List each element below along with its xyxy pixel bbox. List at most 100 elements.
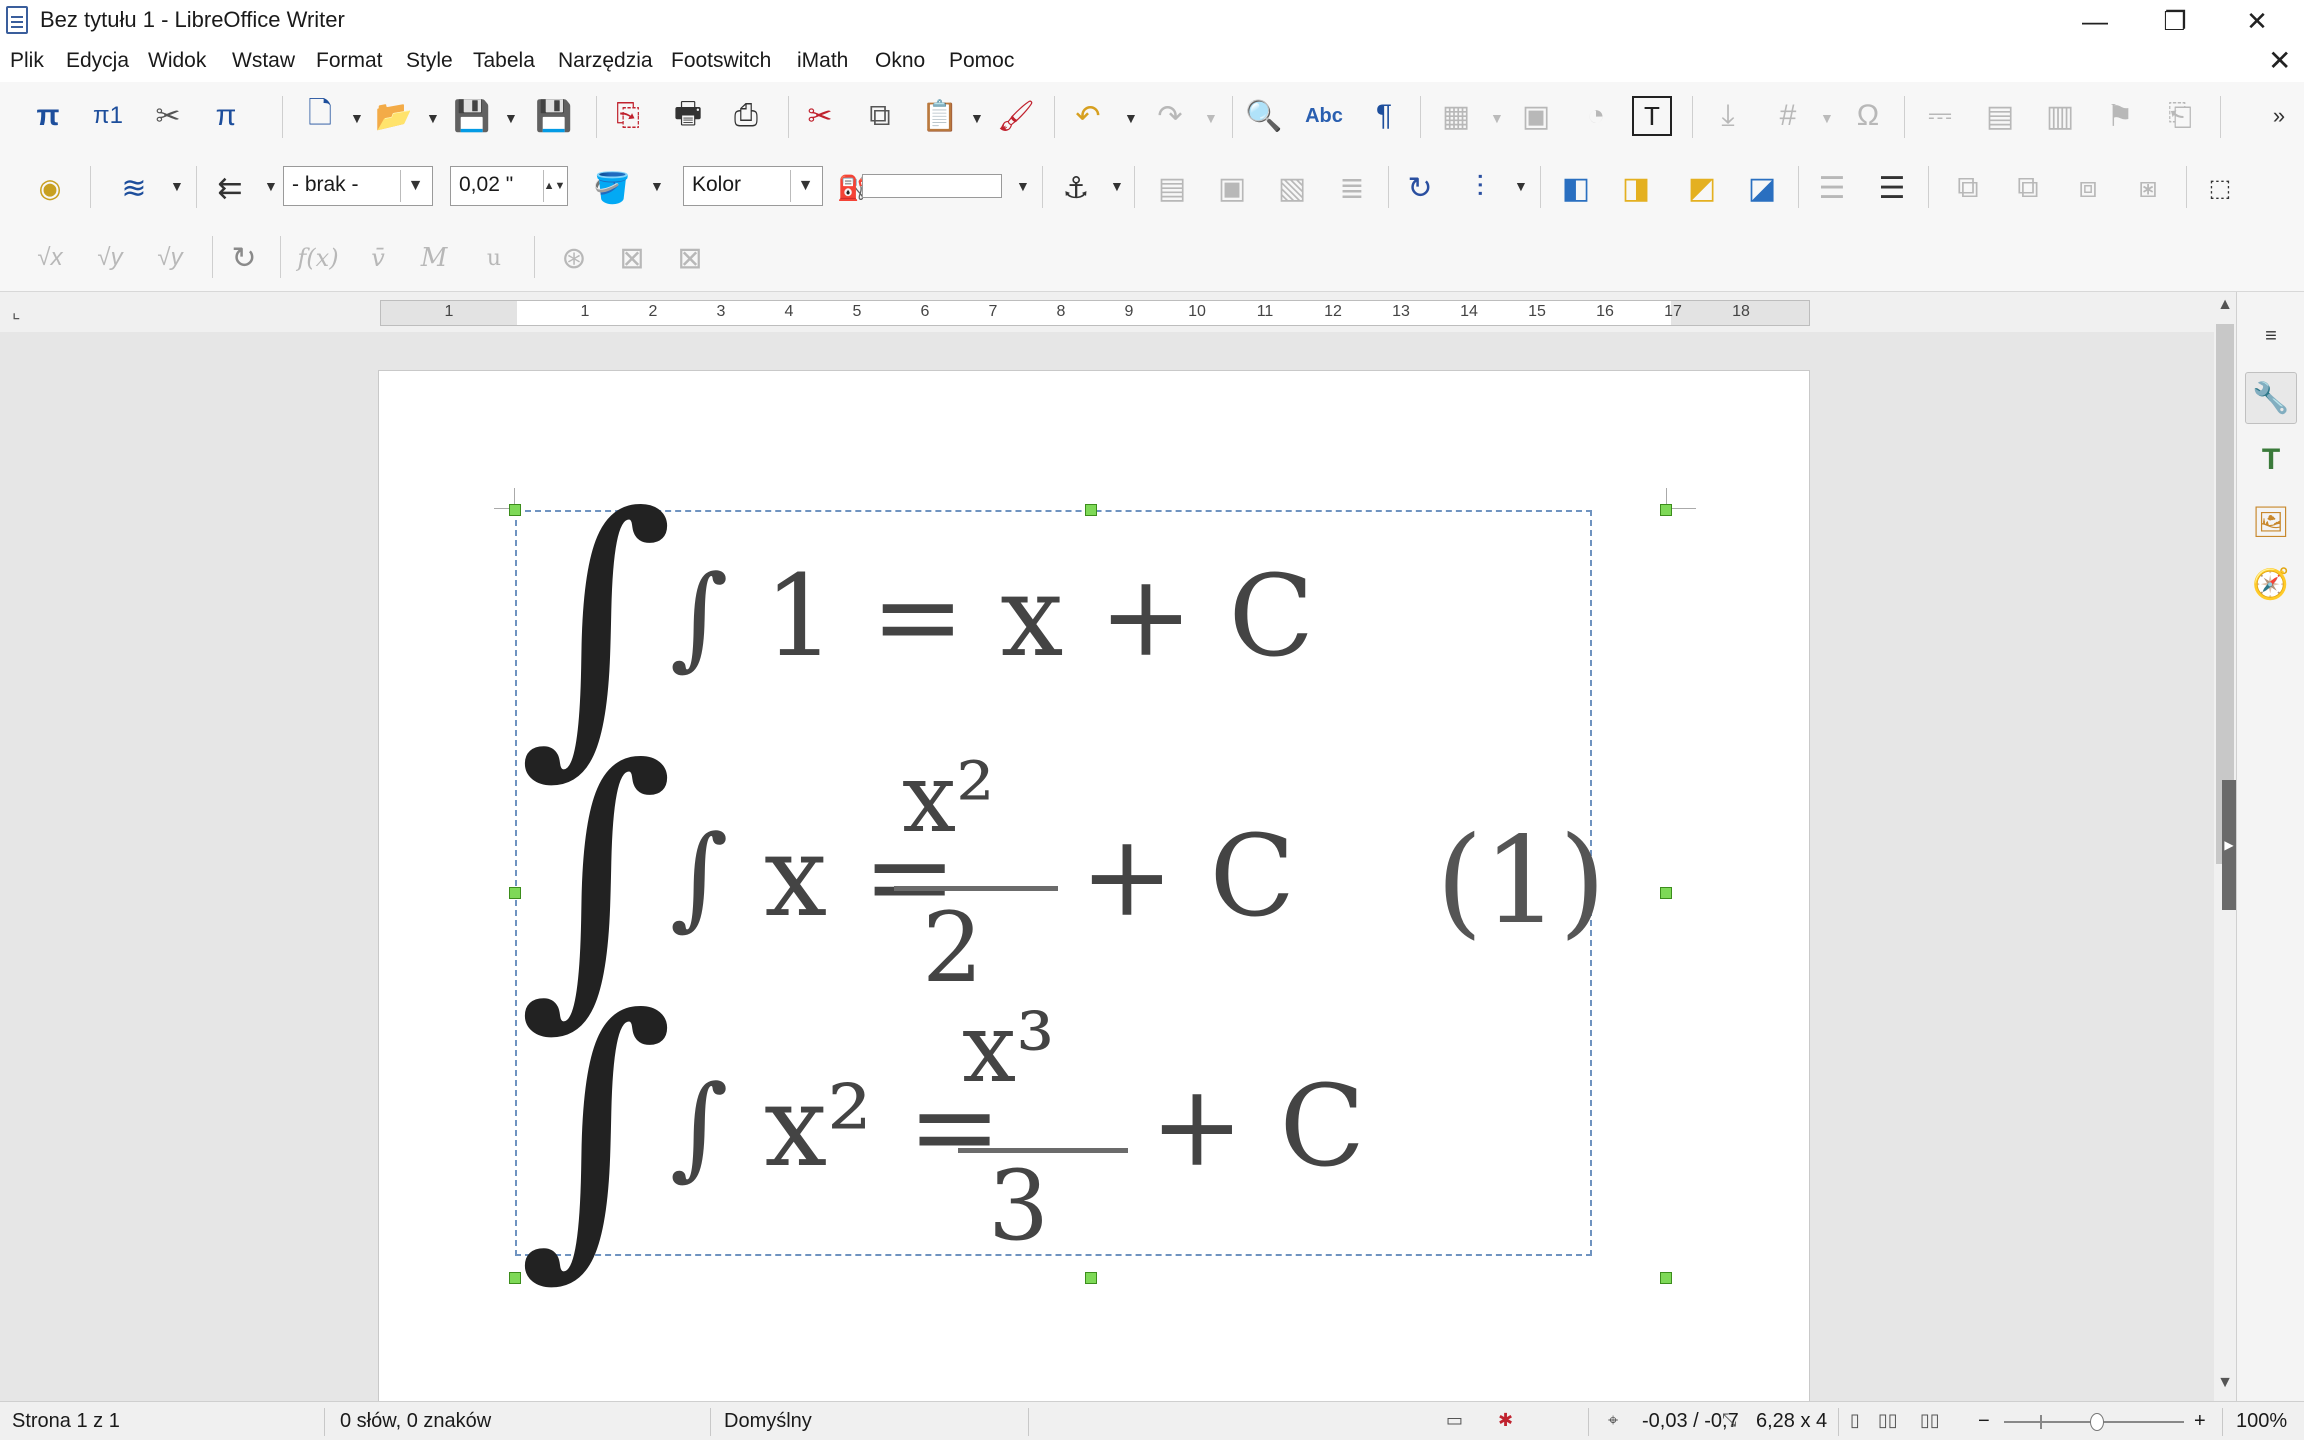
- back-one-icon[interactable]: ◩: [1678, 164, 1726, 212]
- paste-icon[interactable]: 📋: [916, 92, 964, 140]
- resize-handle[interactable]: [509, 1272, 521, 1284]
- insert-math-pi-icon[interactable]: π: [24, 92, 72, 140]
- selection-mode-icon[interactable]: ▭: [1446, 1410, 1463, 1431]
- chevron-down-icon[interactable]: ▼: [650, 178, 664, 194]
- page-count[interactable]: Strona 1 z 1: [12, 1410, 120, 1433]
- menu-tabela[interactable]: Tabela: [473, 49, 535, 73]
- menu-wstaw[interactable]: Wstaw: [232, 49, 295, 73]
- open-folder-icon[interactable]: 📂: [370, 92, 418, 140]
- unlink-frames-icon[interactable]: ⧉: [2004, 164, 2052, 212]
- math-settings-icon[interactable]: π: [202, 92, 250, 140]
- insert-image-icon[interactable]: ▣: [1512, 92, 1560, 140]
- scroll-up-icon[interactable]: ▲: [2214, 296, 2236, 314]
- undo-icon[interactable]: ↶: [1064, 92, 1112, 140]
- wrap-off-icon[interactable]: ▤: [1148, 164, 1196, 212]
- wrap-optimal-icon[interactable]: ▧: [1268, 164, 1316, 212]
- chevron-down-icon[interactable]: ▼: [1204, 110, 1218, 126]
- math-numbered-display-icon[interactable]: √y: [146, 234, 194, 282]
- unit-icon[interactable]: u: [470, 234, 518, 282]
- insert-field-icon[interactable]: #: [1764, 92, 1812, 140]
- resize-handle[interactable]: [1660, 504, 1672, 516]
- tools-icon[interactable]: ✂: [144, 92, 192, 140]
- tab-stop-icon[interactable]: ⌞: [12, 302, 20, 323]
- function-icon[interactable]: f(x): [294, 234, 342, 282]
- chevron-down-icon[interactable]: ▼: [970, 110, 984, 126]
- link-frames-icon[interactable]: ⧉: [1944, 164, 1992, 212]
- new-document-icon[interactable]: 🗋: [296, 92, 344, 140]
- chevron-down-icon[interactable]: ▼: [426, 110, 440, 126]
- insert-chart-icon[interactable]: ◔: [1572, 92, 1620, 140]
- resize-handle[interactable]: [1660, 887, 1672, 899]
- to-foreground-icon[interactable]: ☰: [1808, 164, 1856, 212]
- close-document-icon[interactable]: ✕: [2268, 44, 2291, 77]
- menu-format[interactable]: Format: [316, 49, 383, 73]
- menu-pomoc[interactable]: Pomoc: [949, 49, 1014, 73]
- bring-to-front-icon[interactable]: ◧: [1552, 164, 1600, 212]
- line-style-icon[interactable]: ⇇: [206, 164, 254, 212]
- menu-okno[interactable]: Okno: [875, 49, 925, 73]
- insert-textbox-icon[interactable]: T: [1632, 96, 1672, 136]
- special-character-icon[interactable]: Ω: [1844, 92, 1892, 140]
- minimize-button[interactable]: —: [2060, 0, 2130, 42]
- rotate-icon[interactable]: ↻: [1396, 164, 1444, 212]
- area-fill-icon[interactable]: 🪣: [588, 164, 636, 212]
- cut-icon[interactable]: ✂: [796, 92, 844, 140]
- line-style-select[interactable]: - brak - ▼: [283, 166, 433, 206]
- refresh-icon[interactable]: ↻: [220, 234, 268, 282]
- export-pdf-icon[interactable]: ⎘: [604, 92, 652, 140]
- line-width-spinbox[interactable]: 0,02 " ▲▼: [450, 166, 568, 206]
- delete-all-math-icon[interactable]: ⊠: [666, 234, 714, 282]
- footnote-icon[interactable]: ▤: [1976, 92, 2024, 140]
- chevron-down-icon[interactable]: ▼: [1514, 178, 1528, 194]
- save-icon[interactable]: 💾: [448, 92, 496, 140]
- math-numbered-icon[interactable]: π1: [84, 92, 132, 140]
- chevron-down-icon[interactable]: ▼: [1820, 110, 1834, 126]
- chevron-down-icon[interactable]: ▼: [790, 170, 820, 202]
- chevron-down-icon[interactable]: ▼: [264, 178, 278, 194]
- fill-color-swatch[interactable]: [862, 174, 1002, 198]
- chevron-down-icon[interactable]: ▼: [1110, 178, 1124, 194]
- delete-math-icon[interactable]: ⊠: [608, 234, 656, 282]
- menu-widok[interactable]: Widok: [148, 49, 206, 73]
- copy-icon[interactable]: ⧉: [856, 92, 904, 140]
- chevron-down-icon[interactable]: ▼: [504, 110, 518, 126]
- anchor-icon[interactable]: ⚓: [1052, 164, 1100, 212]
- chevron-down-icon[interactable]: ▼: [1124, 110, 1138, 126]
- navigator-compass-icon[interactable]: 🧭: [2245, 558, 2297, 610]
- cross-reference-icon[interactable]: ⎗: [2156, 92, 2204, 140]
- zoom-level[interactable]: 100%: [2236, 1410, 2287, 1433]
- group-icon[interactable]: ⧈: [2064, 164, 2112, 212]
- resize-handle[interactable]: [509, 887, 521, 899]
- text-fit-frame-icon[interactable]: ⬚: [2196, 164, 2244, 212]
- to-background-icon[interactable]: ☰: [1868, 164, 1916, 212]
- menu-edycja[interactable]: Edycja: [66, 49, 129, 73]
- horizontal-ruler[interactable]: 1 1 2 3 4 5 6 7 8 9 10 11 12 13 14 15 16…: [380, 300, 1810, 326]
- menu-plik[interactable]: Plik: [10, 49, 44, 73]
- menu-style[interactable]: Style: [406, 49, 453, 73]
- zoom-in-icon[interactable]: +: [2194, 1410, 2206, 1433]
- gallery-icon[interactable]: 🖼: [2245, 496, 2297, 548]
- resize-handle[interactable]: [509, 504, 521, 516]
- select-icon[interactable]: ◉: [26, 164, 74, 212]
- resize-handle[interactable]: [1085, 1272, 1097, 1284]
- endnote-icon[interactable]: ▥: [2036, 92, 2084, 140]
- bookmark-icon[interactable]: ⚑: [2096, 92, 2144, 140]
- math-inline-icon[interactable]: √x: [26, 234, 74, 282]
- restore-button[interactable]: ❐: [2140, 0, 2210, 42]
- multi-page-view-icon[interactable]: ▯▯: [1878, 1410, 1898, 1431]
- matrix-icon[interactable]: M: [410, 234, 458, 282]
- spelling-icon[interactable]: Abc: [1300, 92, 1348, 140]
- menu-imath[interactable]: iMath: [797, 49, 848, 73]
- zoom-out-icon[interactable]: −: [1978, 1410, 1990, 1433]
- scroll-down-icon[interactable]: ▼: [2214, 1374, 2236, 1392]
- book-view-icon[interactable]: ▯▯: [1920, 1410, 1940, 1431]
- wrap-through-icon[interactable]: ≣: [1328, 164, 1376, 212]
- properties-wrench-icon[interactable]: 🔧: [2245, 372, 2297, 424]
- insert-table-icon[interactable]: ▦: [1432, 92, 1480, 140]
- sidebar-menu-icon[interactable]: ≡: [2245, 310, 2297, 362]
- forward-one-icon[interactable]: ◨: [1612, 164, 1660, 212]
- hyperlink-icon[interactable]: ⎓: [1916, 92, 1964, 140]
- align-objects-icon[interactable]: ⫶: [1456, 164, 1504, 212]
- wrap-page-icon[interactable]: ▣: [1208, 164, 1256, 212]
- page-style[interactable]: Domyślny: [724, 1410, 812, 1433]
